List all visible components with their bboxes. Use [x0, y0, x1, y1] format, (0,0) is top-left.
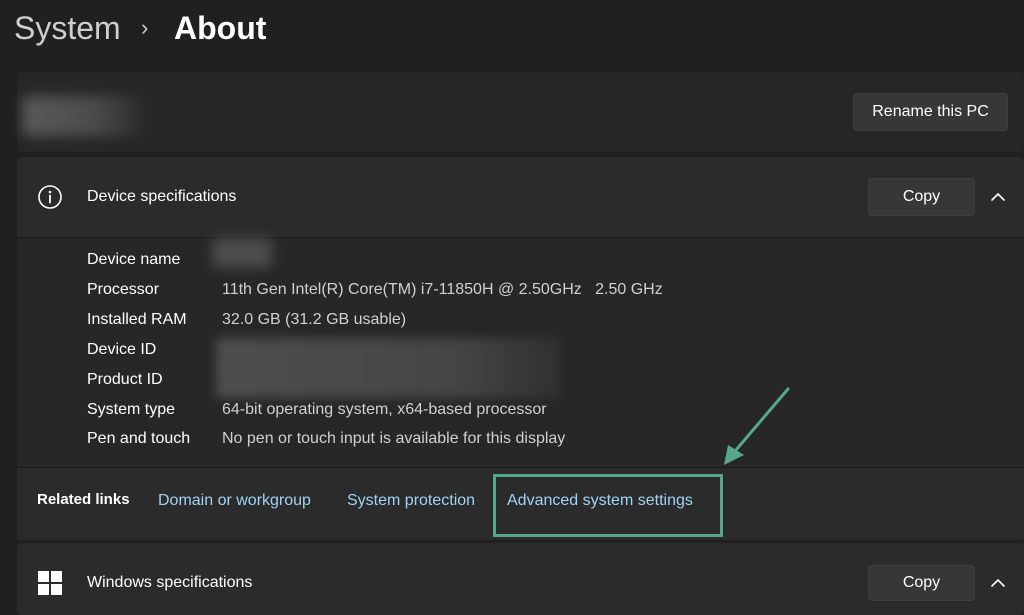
spec-label-device-name: Device name	[87, 251, 181, 268]
annotation-arrow-icon	[724, 387, 790, 465]
redacted-device-name	[212, 238, 272, 268]
copy-device-specs-button[interactable]: Copy	[868, 178, 975, 216]
spec-value-processor: 11th Gen Intel(R) Core(TM) i7-11850H @ 2…	[222, 281, 663, 298]
chevron-up-icon[interactable]	[988, 573, 1008, 593]
annotation-highlight-box	[493, 474, 723, 537]
device-specifications-title: Device specifications	[87, 188, 237, 205]
windows-specifications-title: Windows specifications	[87, 574, 253, 591]
copy-windows-specs-button[interactable]: Copy	[868, 565, 975, 601]
spec-value-installed-ram: 32.0 GB (31.2 GB usable)	[222, 311, 407, 328]
system-protection-link[interactable]: System protection	[347, 492, 475, 510]
spec-value-system-type: 64-bit operating system, x64-based proce…	[222, 401, 547, 418]
redacted-pc-name	[23, 96, 148, 136]
rename-pc-button[interactable]: Rename this PC	[853, 93, 1008, 131]
spec-label-device-id: Device ID	[87, 341, 157, 358]
spec-label-system-type: System type	[87, 401, 176, 418]
info-icon	[38, 185, 62, 209]
spec-label-processor: Processor	[87, 281, 160, 298]
domain-or-workgroup-link[interactable]: Domain or workgroup	[158, 492, 311, 510]
chevron-up-icon[interactable]	[988, 187, 1008, 207]
windows-logo-icon	[38, 571, 62, 595]
spec-label-product-id: Product ID	[87, 371, 163, 388]
breadcrumb-separator: ›	[141, 15, 149, 40]
spec-label-installed-ram: Installed RAM	[87, 311, 187, 328]
page-title: About	[174, 10, 267, 46]
spec-label-pen-and-touch: Pen and touch	[87, 430, 191, 447]
spec-value-pen-and-touch: No pen or touch input is available for t…	[222, 430, 566, 447]
related-links-label: Related links	[37, 491, 130, 508]
redacted-ids	[216, 338, 561, 398]
breadcrumb-system[interactable]: System	[14, 6, 121, 50]
